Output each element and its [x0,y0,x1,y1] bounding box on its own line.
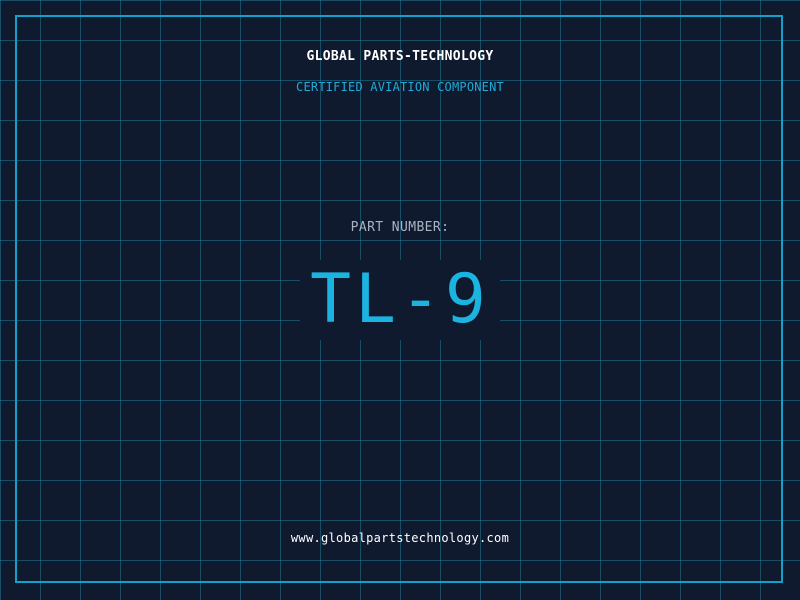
part-number-block: TL-9 [0,258,800,342]
part-number-value: TL-9 [300,260,500,340]
part-number-label: PART NUMBER: [350,220,450,235]
company-name: GLOBAL PARTS-TECHNOLOGY [306,49,494,64]
website-url: www.globalpartstechnology.com [290,531,510,545]
certification-subtitle: CERTIFIED AVIATION COMPONENT [296,80,504,94]
certificate-canvas: GLOBAL PARTS-TECHNOLOGY CERTIFIED AVIATI… [0,0,800,600]
